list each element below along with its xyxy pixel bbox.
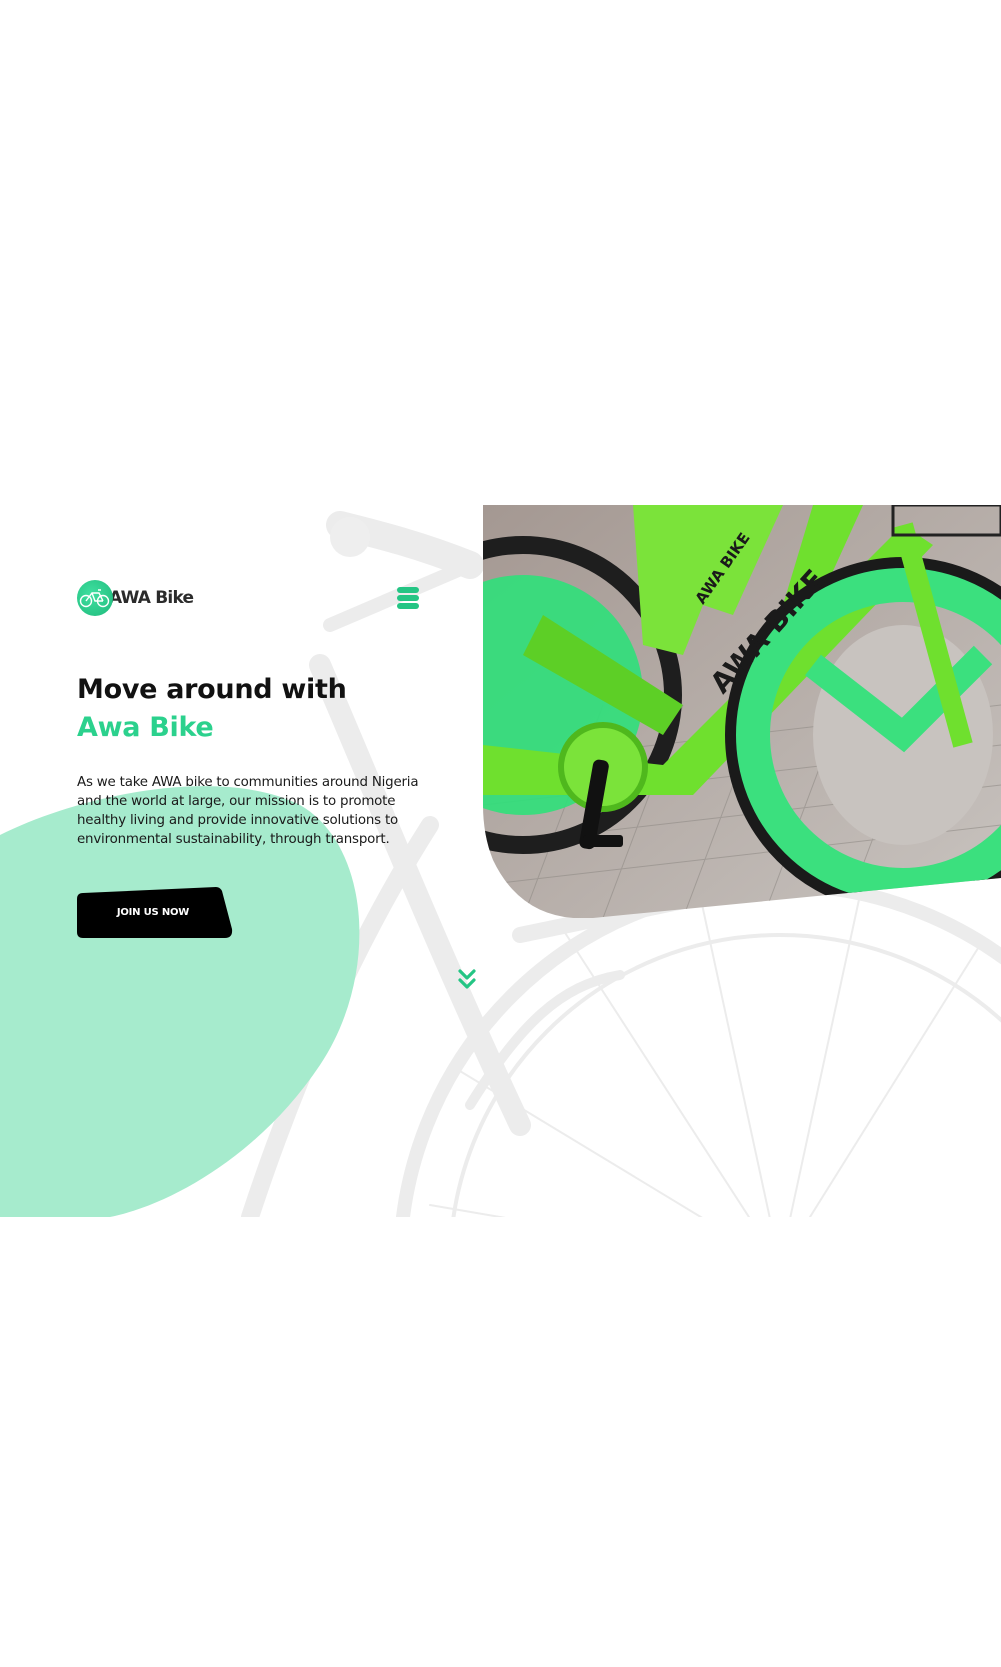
headline-line-1: Move around with [77, 674, 347, 705]
hero-description: As we take AWA bike to communities aroun… [77, 775, 419, 847]
double-chevron-down-icon[interactable] [458, 969, 476, 991]
headline-brand-accent: Awa Bike [77, 712, 214, 743]
hamburger-menu-icon[interactable] [397, 587, 419, 611]
hero-section: AWA Bike Move around with Awa Bike As we… [0, 505, 1001, 1217]
join-us-button-label: JOIN US NOW [116, 907, 190, 918]
bicycle-logo-icon [77, 580, 113, 616]
brand-logo[interactable]: AWA Bike [77, 579, 194, 617]
brand-name: AWA Bike [109, 588, 194, 608]
hero-headline: Move around with Awa Bike [77, 671, 347, 747]
join-us-button[interactable]: JOIN US NOW [77, 887, 233, 938]
hero-bike-photo: AWA BIKE AWA BIKE [483, 505, 1001, 918]
